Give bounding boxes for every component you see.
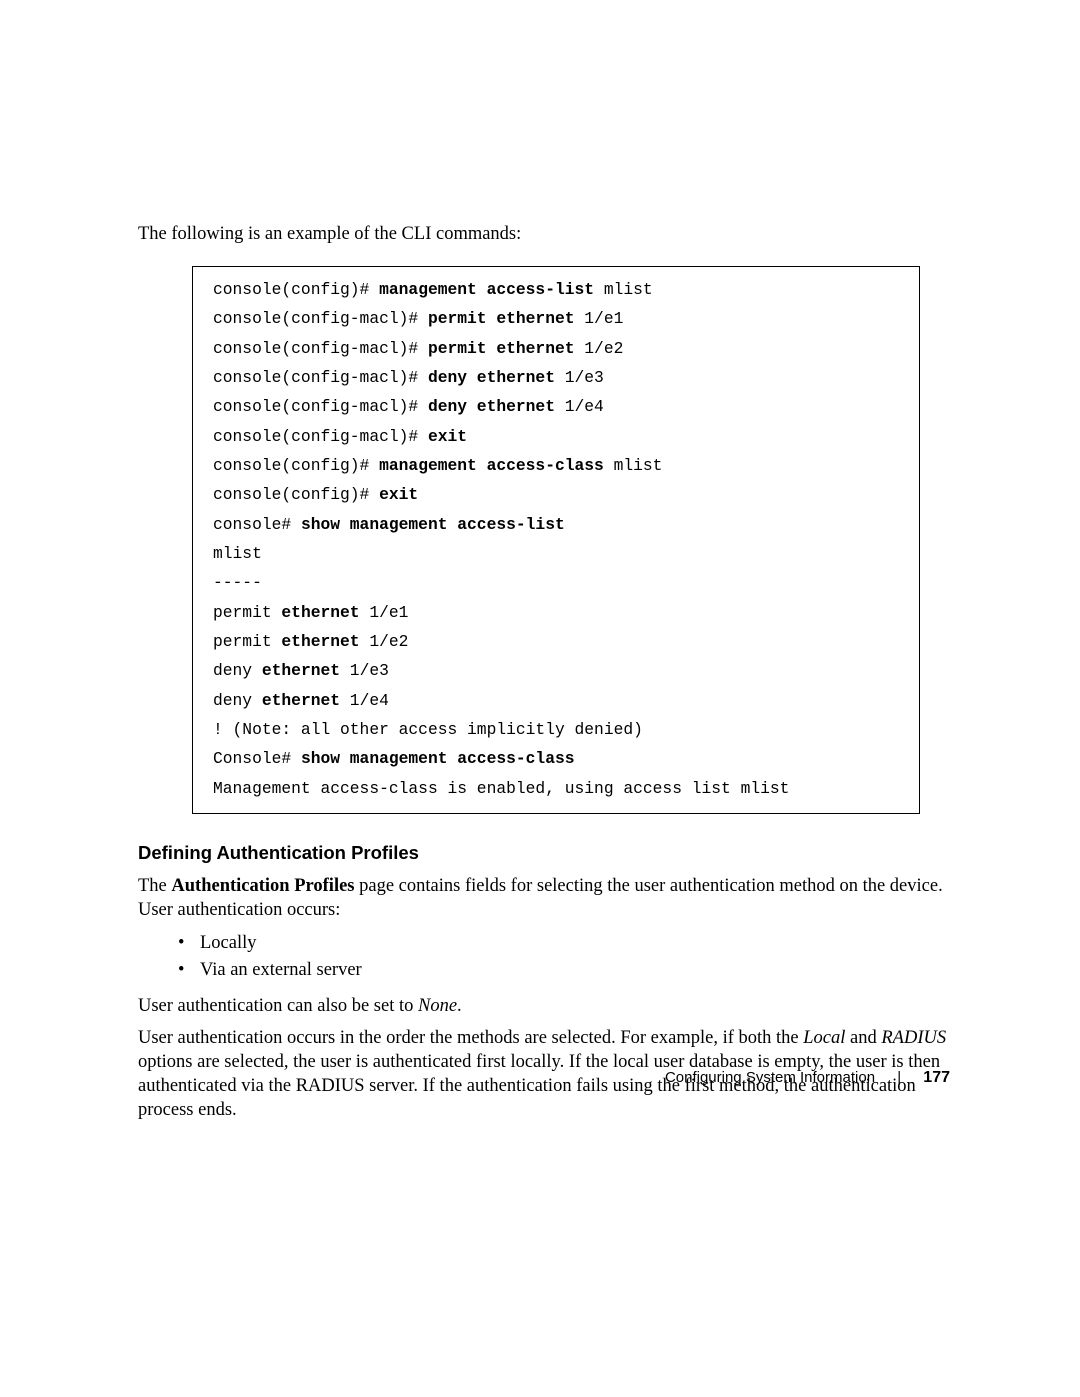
cli-line: console(config)# management access-list … [213, 275, 899, 304]
cli-line: ! (Note: all other access implicitly den… [213, 715, 899, 744]
footer-title: Configuring System Information [665, 1069, 875, 1086]
list-item: Via an external server [200, 957, 950, 984]
cli-line: permit ethernet 1/e1 [213, 598, 899, 627]
list-item: Locally [200, 930, 950, 957]
document-page: The following is an example of the CLI c… [0, 0, 1080, 1397]
paragraph: User authentication can also be set to N… [138, 994, 950, 1018]
cli-line: console(config-macl)# permit ethernet 1/… [213, 334, 899, 363]
cli-line: console(config-macl)# deny ethernet 1/e4 [213, 392, 899, 421]
cli-line: mlist [213, 539, 899, 568]
footer-separator: | [897, 1069, 901, 1086]
page-number: 177 [923, 1069, 950, 1086]
cli-line: console(config)# exit [213, 480, 899, 509]
bullet-list: Locally Via an external server [138, 930, 950, 984]
cli-line: console(config-macl)# permit ethernet 1/… [213, 304, 899, 333]
cli-line: permit ethernet 1/e2 [213, 627, 899, 656]
intro-text: The following is an example of the CLI c… [138, 222, 950, 246]
cli-line: Management access-class is enabled, usin… [213, 774, 899, 803]
cli-command-box: console(config)# management access-list … [192, 266, 920, 814]
paragraph: The Authentication Profiles page contain… [138, 874, 950, 922]
section-heading: Defining Authentication Profiles [138, 842, 950, 864]
cli-line: ----- [213, 568, 899, 597]
cli-line: console(config-macl)# deny ethernet 1/e3 [213, 363, 899, 392]
cli-line: Console# show management access-class [213, 744, 899, 773]
cli-line: console(config-macl)# exit [213, 422, 899, 451]
cli-line: console(config)# management access-class… [213, 451, 899, 480]
cli-line: console# show management access-list [213, 510, 899, 539]
cli-line: deny ethernet 1/e4 [213, 686, 899, 715]
cli-line: deny ethernet 1/e3 [213, 656, 899, 685]
page-footer: Configuring System Information | 177 [665, 1069, 950, 1087]
